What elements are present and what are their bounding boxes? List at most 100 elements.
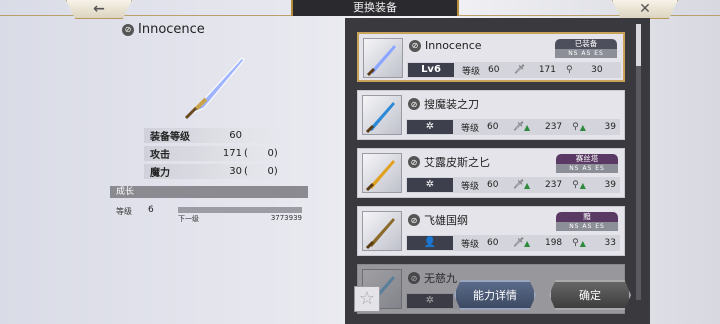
card-stats: ✲ 等级 60 🗡 ▲ 237 ⚲ ▲ 39 bbox=[406, 177, 620, 193]
stat-label: 攻击 bbox=[150, 150, 170, 161]
owner-tag-label: 已装备 bbox=[555, 39, 617, 49]
attack-value: 237 bbox=[544, 180, 563, 190]
weapon-icon bbox=[365, 102, 395, 134]
stat-bonus-close: ) bbox=[273, 166, 278, 177]
level-badge: ✲ bbox=[407, 294, 453, 308]
magic-value: 33 bbox=[604, 238, 616, 248]
stat-label: 装备等级 bbox=[150, 132, 190, 143]
card-title: ⊘ 艾露皮斯之匕 bbox=[408, 154, 490, 170]
skill-tags: NS AS ES bbox=[555, 49, 617, 58]
owner-tag: 赛丝塔 NS AS ES bbox=[556, 154, 618, 174]
stat-bonus: 0 bbox=[267, 148, 274, 159]
level-label: 等级 bbox=[461, 123, 480, 134]
magic-icon: ⚲ bbox=[572, 238, 579, 248]
attack-value: 237 bbox=[544, 122, 563, 132]
attack-icon: 🗡 bbox=[513, 180, 525, 190]
next-level-exp: 3773939 bbox=[270, 214, 302, 222]
page-title: 更换装备 bbox=[291, 0, 459, 16]
weapon-type-icon: ⊘ bbox=[408, 272, 420, 284]
level-badge: ✲ bbox=[407, 178, 453, 192]
favorite-button[interactable]: ☆ bbox=[354, 286, 380, 312]
equipment-card[interactable]: ⊘ Innocence 已装备 NS AS ES Lv6 等级 60 🗡 171 ⚲ … bbox=[357, 32, 625, 82]
magic-icon: ⚲ bbox=[566, 65, 573, 75]
weapon-type-icon: ⊘ bbox=[122, 23, 134, 36]
card-title: ⊘ 搜魔装之刀 bbox=[408, 96, 479, 112]
card-title: ⊘ 飞雄国纲 bbox=[408, 212, 468, 228]
attack-value: 198 bbox=[544, 238, 563, 248]
stat-row-attack: 攻击 171 ( 0 ) bbox=[144, 146, 280, 161]
attack-value: 171 bbox=[538, 65, 557, 75]
level-label: 等级 bbox=[462, 66, 481, 77]
level-label: 等级 bbox=[461, 181, 480, 192]
level-badge: ✲ bbox=[407, 120, 453, 134]
back-arrow-icon: ← bbox=[93, 1, 105, 17]
stat-value: 30 bbox=[229, 166, 242, 177]
stat-bonus: 0 bbox=[267, 166, 274, 177]
list-scroll-thumb[interactable] bbox=[636, 24, 641, 66]
card-stats: Lv6 等级 60 🗡 171 ⚲ 30 bbox=[407, 62, 621, 78]
weapon-thumbnail bbox=[362, 95, 402, 135]
card-name: Innocence bbox=[425, 39, 482, 52]
weapon-thumbnail bbox=[362, 153, 402, 193]
weapon-type-icon: ⊘ bbox=[408, 214, 420, 226]
magic-value: 39 bbox=[604, 122, 616, 132]
level-badge: Lv6 bbox=[408, 63, 454, 77]
weapon-type-icon: ⊘ bbox=[409, 39, 421, 52]
card-stats: 👤 等级 60 🗡 ▲ 198 ⚲ ▲ 33 bbox=[406, 235, 620, 251]
level-label: 等级 bbox=[461, 239, 480, 250]
ability-details-button[interactable]: 能力详情 bbox=[454, 280, 536, 310]
weapon-preview-image bbox=[184, 57, 245, 120]
card-name: 搜魔装之刀 bbox=[424, 98, 479, 111]
equipment-card[interactable]: ⊘ 艾露皮斯之匕 赛丝塔 NS AS ES ✲ 等级 60 🗡 ▲ 237 ⚲ ▲ 3… bbox=[357, 148, 625, 198]
weapon-icon bbox=[366, 45, 396, 77]
card-name: 艾露皮斯之匕 bbox=[424, 156, 490, 169]
equipment-title: ⊘ Innocence bbox=[122, 22, 205, 37]
attack-icon: 🗡 bbox=[514, 65, 526, 75]
skill-tags: NS AS ES bbox=[556, 164, 618, 173]
skill-tags: NS AS ES bbox=[556, 222, 618, 231]
level-badge: 👤 bbox=[407, 236, 453, 250]
equipment-name: Innocence bbox=[138, 22, 205, 37]
next-level-label: 下一级 bbox=[178, 215, 199, 223]
card-title: ⊘ Innocence bbox=[409, 39, 482, 52]
close-icon: ✕ bbox=[639, 1, 651, 17]
weapon-thumbnail bbox=[362, 211, 402, 251]
stat-row-magic: 魔力 30 ( 0 ) bbox=[144, 164, 280, 179]
growth-header: 成长 bbox=[110, 186, 308, 198]
star-icon: ☆ bbox=[358, 288, 376, 309]
magic-value: 39 bbox=[604, 180, 616, 190]
stat-value: 60 bbox=[229, 130, 242, 141]
back-button[interactable]: ← bbox=[66, 0, 132, 19]
weapon-icon bbox=[365, 218, 395, 250]
owner-tag: 已装备 NS AS ES bbox=[555, 39, 617, 59]
owner-tag: 黯 NS AS ES bbox=[556, 212, 618, 232]
attack-icon: 🗡 bbox=[513, 238, 525, 248]
card-name: 飞雄国纲 bbox=[424, 214, 468, 227]
weapon-icon bbox=[365, 160, 395, 192]
growth-level-label: 等级 bbox=[116, 207, 132, 216]
owner-tag-label: 黯 bbox=[556, 212, 618, 222]
magic-icon: ⚲ bbox=[572, 122, 579, 132]
growth-level-value: 6 bbox=[148, 205, 154, 215]
confirm-button[interactable]: 确定 bbox=[549, 280, 631, 310]
equipment-card[interactable]: ⊘ 搜魔装之刀 ✲ 等级 60 🗡 ▲ 237 ⚲ ▲ 39 bbox=[357, 90, 625, 140]
stat-value: 171 bbox=[222, 148, 242, 159]
close-button[interactable]: ✕ bbox=[612, 0, 678, 19]
level-value: 60 bbox=[487, 238, 499, 248]
magic-value: 30 bbox=[591, 65, 603, 75]
level-value: 60 bbox=[488, 65, 500, 75]
level-value: 60 bbox=[487, 180, 499, 190]
weapon-thumbnail bbox=[363, 38, 403, 78]
exp-progress-bar bbox=[178, 207, 302, 213]
stat-label: 魔力 bbox=[150, 168, 170, 179]
equipment-card[interactable]: ⊘ 飞雄国纲 黯 NS AS ES 👤 等级 60 🗡 ▲ 198 ⚲ ▲ 33 bbox=[357, 206, 625, 256]
card-title: ⊘ 无慈九 bbox=[408, 270, 457, 286]
level-value: 60 bbox=[487, 122, 499, 132]
owner-tag-label: 赛丝塔 bbox=[556, 154, 618, 164]
card-name: 无慈九 bbox=[424, 272, 457, 285]
stat-bonus-close: ) bbox=[273, 148, 278, 159]
weapon-type-icon: ⊘ bbox=[408, 156, 420, 168]
magic-icon: ⚲ bbox=[572, 180, 579, 190]
attack-icon: 🗡 bbox=[513, 122, 525, 132]
stat-row-equip-level: 装备等级 60 bbox=[144, 128, 280, 143]
